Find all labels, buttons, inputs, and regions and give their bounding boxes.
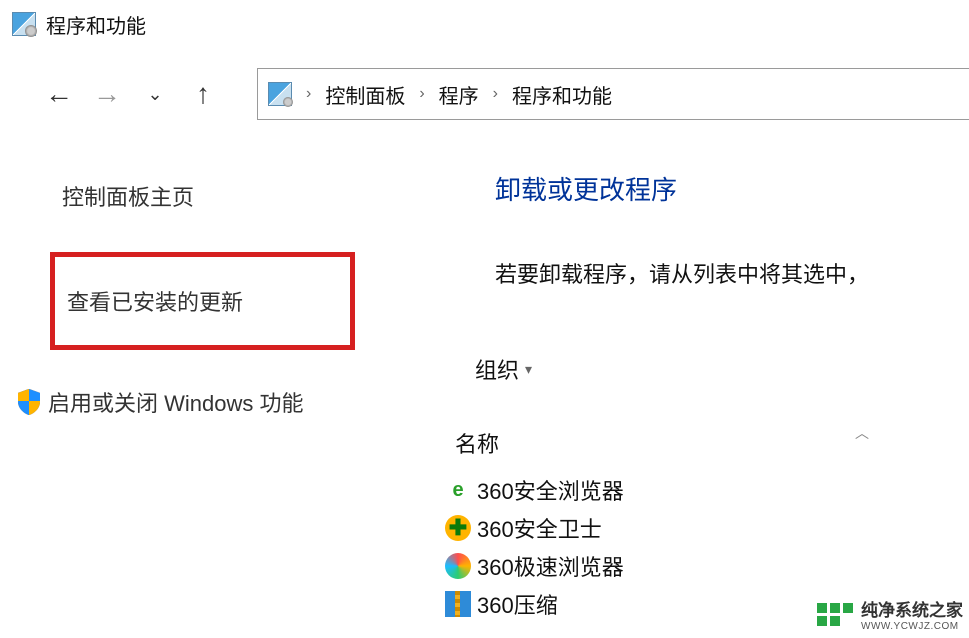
back-button[interactable]: ←: [35, 70, 83, 118]
window-title: 程序和功能: [46, 10, 146, 39]
chevron-down-icon: ▾: [525, 361, 532, 378]
recent-dropdown[interactable]: ⌄: [131, 70, 179, 118]
nav-toolbar: ← → ⌄ ↑ › 控制面板 › 程序 › 程序和功能: [0, 48, 969, 140]
watermark-logo-icon: [817, 603, 853, 626]
list-toolbar: 组织 ▾: [465, 349, 969, 389]
watermark-title: 纯净系统之家: [861, 596, 963, 621]
page-description: 若要卸载程序，请从列表中将其选中，: [495, 257, 969, 289]
titlebar: 程序和功能: [0, 0, 969, 48]
sidebar: 控制面板主页 查看已安装的更新 启用或关闭 Windows 功能: [0, 140, 445, 630]
sidebar-item-label: 启用或关闭 Windows 功能: [48, 386, 303, 418]
location-icon: [268, 82, 292, 106]
organize-button[interactable]: 组织 ▾: [465, 349, 542, 389]
column-header-row: 名称 ︿: [445, 423, 969, 463]
sidebar-installed-updates-link[interactable]: 查看已安装的更新: [50, 252, 355, 350]
body: 控制面板主页 查看已安装的更新 启用或关闭 Windows 功能 卸载或更改程序…: [0, 140, 969, 630]
360-zip-icon: [445, 591, 471, 617]
program-name: 360安全浏览器: [477, 474, 624, 506]
program-name: 360安全卫士: [477, 512, 602, 544]
list-item[interactable]: ✚ 360安全卫士: [445, 509, 969, 547]
ie-style-icon: e: [445, 477, 471, 503]
address-bar[interactable]: › 控制面板 › 程序 › 程序和功能: [257, 68, 969, 120]
arrow-right-icon: →: [93, 80, 121, 108]
list-item[interactable]: 360极速浏览器: [445, 547, 969, 585]
chevron-right-icon[interactable]: ›: [489, 85, 502, 103]
360-browser-icon: [445, 553, 471, 579]
watermark: 纯净系统之家 WWW.YCWJZ.COM: [817, 596, 963, 632]
main-content: 卸载或更改程序 若要卸载程序，请从列表中将其选中， 组织 ▾ 名称 ︿ e 36…: [445, 140, 969, 630]
chevron-down-icon: ⌄: [147, 84, 162, 105]
arrow-up-icon: ↑: [196, 80, 210, 108]
breadcrumb-control-panel[interactable]: 控制面板: [319, 80, 411, 109]
sort-ascending-icon: ︿: [855, 423, 869, 443]
360-safeguard-icon: ✚: [445, 515, 471, 541]
arrow-left-icon: ←: [45, 80, 73, 108]
organize-label: 组织: [475, 353, 519, 385]
breadcrumb-programs[interactable]: 程序: [433, 80, 485, 109]
list-item[interactable]: e 360安全浏览器: [445, 471, 969, 509]
up-button[interactable]: ↑: [179, 70, 227, 118]
column-header-name[interactable]: 名称: [445, 423, 509, 463]
program-name: 360极速浏览器: [477, 550, 624, 582]
programs-features-icon: [12, 12, 36, 36]
sidebar-windows-features-link[interactable]: 启用或关闭 Windows 功能: [18, 376, 445, 428]
chevron-right-icon[interactable]: ›: [302, 85, 315, 103]
program-name: 360压缩: [477, 588, 558, 620]
breadcrumb-programs-features[interactable]: 程序和功能: [506, 80, 618, 109]
chevron-right-icon[interactable]: ›: [415, 85, 428, 103]
sidebar-home-link[interactable]: 控制面板主页: [50, 170, 445, 222]
forward-button[interactable]: →: [83, 70, 131, 118]
page-title: 卸载或更改程序: [495, 170, 969, 207]
watermark-url: WWW.YCWJZ.COM: [861, 621, 963, 632]
shield-icon: [18, 389, 40, 415]
